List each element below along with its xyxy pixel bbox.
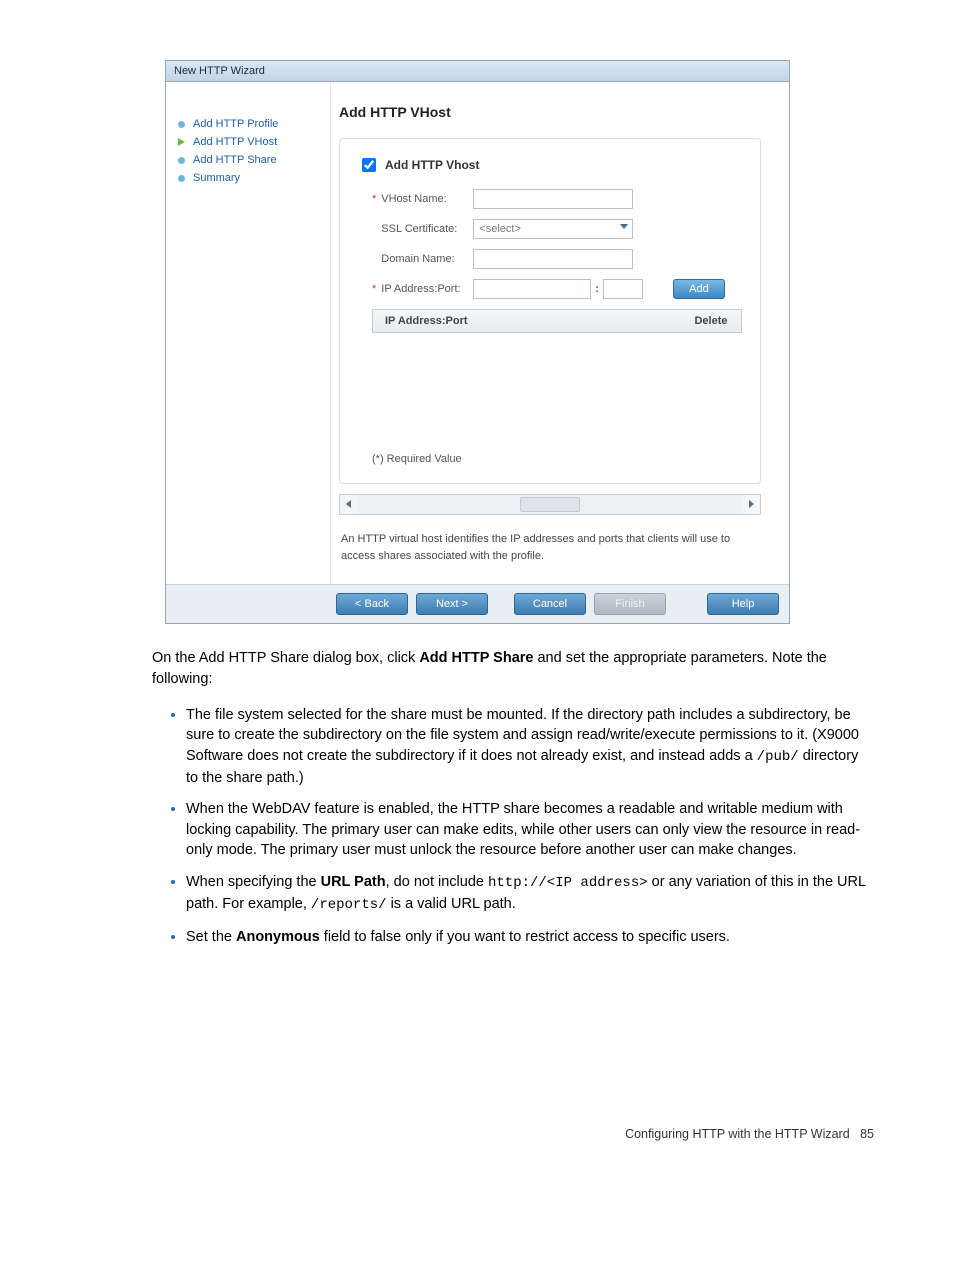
add-vhost-checkbox[interactable] bbox=[362, 158, 376, 172]
intro-paragraph: On the Add HTTP Share dialog box, click … bbox=[152, 648, 874, 689]
sidebar-item-summary[interactable]: Summary bbox=[178, 172, 318, 184]
help-button[interactable]: Help bbox=[707, 593, 779, 615]
back-button[interactable]: < Back bbox=[336, 593, 408, 615]
page-heading: Add HTTP VHost bbox=[339, 104, 767, 120]
add-button[interactable]: Add bbox=[673, 279, 725, 299]
scroll-right-icon[interactable] bbox=[742, 495, 760, 514]
form-panel: Add HTTP Vhost * VHost Name: * SSL Certi… bbox=[339, 138, 761, 484]
bullet-list: The file system selected for the share m… bbox=[152, 704, 874, 948]
required-note: (*) Required Value bbox=[372, 453, 742, 465]
panel-description: An HTTP virtual host identifies the IP a… bbox=[341, 531, 759, 564]
wizard-sidebar: Add HTTP Profile Add HTTP VHost Add HTTP… bbox=[166, 82, 331, 584]
list-item: When the WebDAV feature is enabled, the … bbox=[186, 798, 874, 861]
bullet-icon bbox=[178, 121, 185, 128]
ip-input[interactable] bbox=[473, 279, 591, 299]
port-input[interactable] bbox=[603, 279, 643, 299]
finish-button: Finish bbox=[594, 593, 666, 615]
ipport-label: IP Address:Port: bbox=[381, 283, 473, 295]
list-item: The file system selected for the share m… bbox=[186, 704, 874, 789]
required-icon: * bbox=[372, 283, 376, 295]
sidebar-item-label: Add HTTP VHost bbox=[193, 136, 277, 148]
bullet-icon bbox=[178, 157, 185, 164]
next-button[interactable]: Next > bbox=[416, 593, 488, 615]
list-item: Set the Anonymous field to false only if… bbox=[186, 926, 874, 948]
sidebar-item-profile[interactable]: Add HTTP Profile bbox=[178, 118, 318, 130]
arrow-right-icon bbox=[178, 138, 185, 146]
required-icon: * bbox=[372, 193, 376, 205]
vhost-name-input[interactable] bbox=[473, 189, 633, 209]
sidebar-item-vhost[interactable]: Add HTTP VHost bbox=[178, 136, 318, 148]
checkbox-label: Add HTTP Vhost bbox=[385, 158, 479, 172]
chevron-down-icon bbox=[620, 224, 628, 229]
col-ipport: IP Address:Port bbox=[373, 315, 681, 327]
domain-label: Domain Name: bbox=[381, 253, 473, 265]
sidebar-item-label: Add HTTP Share bbox=[193, 154, 277, 166]
scroll-thumb[interactable] bbox=[520, 497, 580, 512]
dialog-title: New HTTP Wizard bbox=[166, 61, 789, 82]
vhost-name-label: VHost Name: bbox=[381, 193, 473, 205]
ssl-select[interactable]: <select> bbox=[473, 219, 633, 239]
ssl-label: SSL Certificate: bbox=[381, 223, 473, 235]
sidebar-item-label: Summary bbox=[193, 172, 240, 184]
bullet-icon bbox=[178, 175, 185, 182]
wizard-footer: < Back Next > Cancel Finish Help bbox=[166, 584, 789, 623]
domain-input[interactable] bbox=[473, 249, 633, 269]
col-delete: Delete bbox=[681, 315, 741, 327]
cancel-button[interactable]: Cancel bbox=[514, 593, 586, 615]
scroll-left-icon[interactable] bbox=[340, 495, 358, 514]
list-item: When specifying the URL Path, do not inc… bbox=[186, 871, 874, 916]
wizard-dialog: New HTTP Wizard Add HTTP Profile Add HTT… bbox=[165, 60, 790, 624]
horizontal-scrollbar[interactable] bbox=[339, 494, 761, 515]
sidebar-item-share[interactable]: Add HTTP Share bbox=[178, 154, 318, 166]
document-body: On the Add HTTP Share dialog box, click … bbox=[152, 648, 874, 947]
sidebar-item-label: Add HTTP Profile bbox=[193, 118, 278, 130]
ipport-table-header: IP Address:Port Delete bbox=[372, 309, 742, 333]
page-footer: Configuring HTTP with the HTTP Wizard 85 bbox=[0, 1127, 954, 1141]
colon-sep: : bbox=[595, 283, 599, 295]
